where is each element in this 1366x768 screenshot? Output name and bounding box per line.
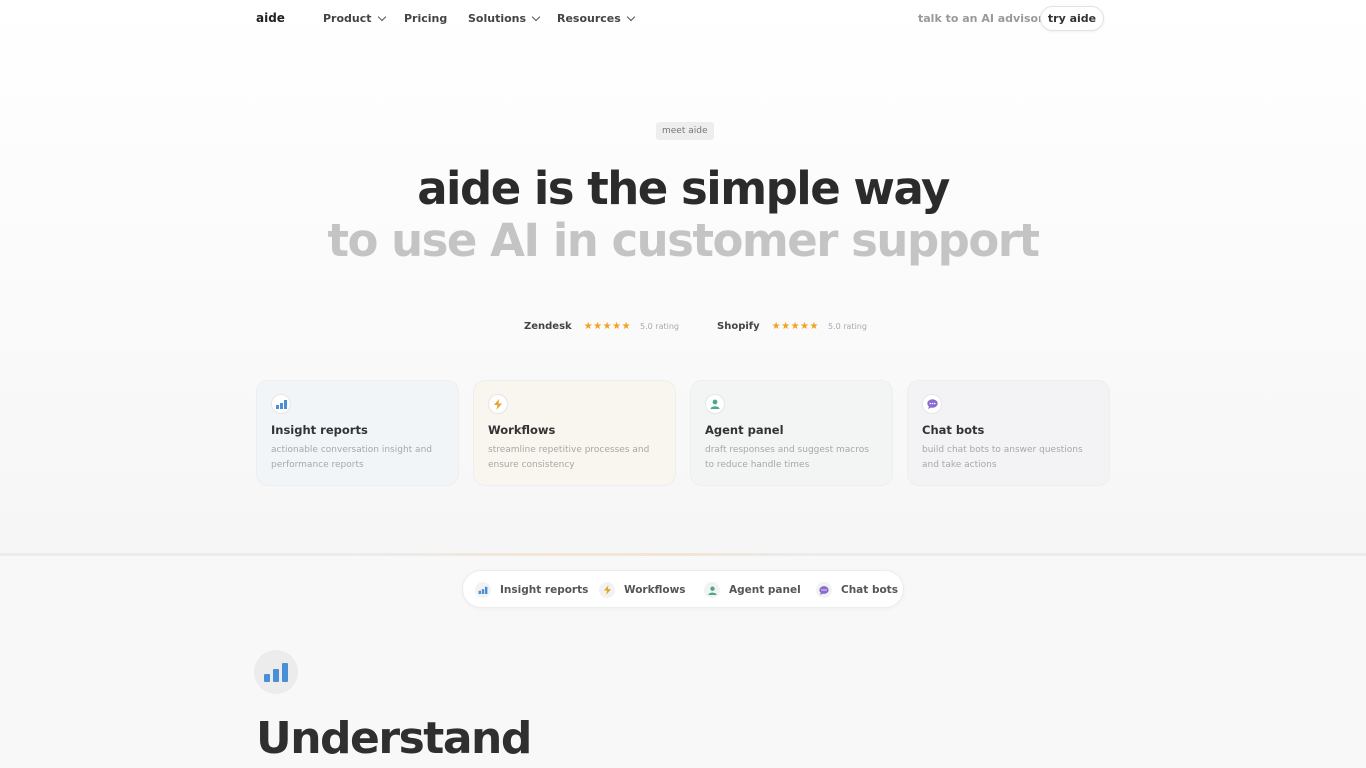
bar-chart-icon: [271, 394, 291, 414]
rating-score: 5.0 rating: [827, 322, 867, 331]
feature-card-agent-panel[interactable]: Agent panel draft responses and suggest …: [690, 380, 893, 486]
nav-resources-label: Resources: [557, 12, 621, 25]
feature-description: draft responses and suggest macros to re…: [705, 445, 869, 470]
ai-advisor-link[interactable]: talk to an AI advisor: [918, 12, 1044, 25]
bar-chart-icon: [254, 650, 298, 694]
person-icon: [704, 582, 720, 598]
tab-label: Insight reports: [500, 584, 589, 596]
bar-chart-icon: [475, 582, 491, 598]
tab-label: Agent panel: [729, 584, 801, 596]
tab-agent-panel[interactable]: Agent panel: [704, 582, 801, 598]
feature-title: Chat bots: [922, 423, 985, 437]
logo[interactable]: aide: [256, 11, 285, 25]
try-aide-button[interactable]: try aide: [1040, 6, 1104, 31]
feature-title: Workflows: [488, 423, 556, 437]
tab-workflows[interactable]: Workflows: [599, 582, 686, 598]
feature-title: Agent panel: [705, 423, 784, 437]
feature-card-insight-reports[interactable]: Insight reports actionable conversation …: [256, 380, 459, 486]
tab-insight-reports[interactable]: Insight reports: [475, 582, 588, 598]
feature-card-workflows[interactable]: Workflows streamline repetitive processe…: [473, 380, 676, 486]
nav-pricing[interactable]: Pricing: [404, 12, 447, 25]
chevron-down-icon: [626, 12, 636, 22]
feature-description: streamline repetitive processes and ensu…: [488, 445, 650, 470]
tab-chat-bots[interactable]: Chat bots: [816, 582, 898, 598]
hero-headline-line1: aide is the simple way: [417, 162, 950, 215]
hero-headline-line2: to use AI in customer support: [327, 214, 1040, 267]
feature-card-chat-bots[interactable]: Chat bots build chat bots to answer ques…: [907, 380, 1110, 486]
chevron-down-icon: [531, 12, 541, 22]
nav-product-label: Product: [323, 12, 372, 25]
nav-resources[interactable]: Resources: [557, 12, 636, 25]
star-rating-icon: ★★★★★: [583, 321, 632, 332]
chevron-down-icon: [377, 12, 386, 22]
rating-platform: Shopify: [717, 321, 760, 332]
hero-background: [0, 0, 1366, 554]
top-navigation: aide Product Pricing Solutions Resources…: [0, 0, 1366, 38]
hero-badge: meet aide: [656, 122, 714, 140]
nav-product[interactable]: Product: [323, 12, 386, 25]
rating-score: 5.0 rating: [640, 322, 679, 331]
section-title: Understand: [256, 713, 532, 764]
person-icon: [705, 394, 725, 414]
rating-zendesk: Zendesk ★★★★★ 5.0 rating: [524, 321, 679, 332]
feature-description: actionable conversation insight and perf…: [271, 445, 432, 470]
tab-label: Workflows: [624, 584, 686, 596]
feature-title: Insight reports: [271, 423, 368, 437]
star-rating-icon: ★★★★★: [771, 321, 819, 332]
nav-solutions-label: Solutions: [468, 12, 527, 25]
chat-bubble-icon: [816, 582, 832, 598]
feature-description: build chat bots to answer questions and …: [922, 445, 1083, 470]
nav-pricing-label: Pricing: [404, 12, 448, 25]
feature-tab-bar: Insight reports Workflows Agent panel Ch…: [462, 570, 904, 608]
tab-label: Chat bots: [841, 584, 898, 596]
chat-bubble-icon: [922, 394, 942, 414]
nav-solutions[interactable]: Solutions: [468, 12, 541, 25]
lightning-icon: [599, 582, 615, 598]
rating-shopify: Shopify ★★★★★ 5.0 rating: [717, 321, 867, 332]
rating-platform: Zendesk: [524, 321, 572, 332]
lightning-icon: [488, 394, 508, 414]
